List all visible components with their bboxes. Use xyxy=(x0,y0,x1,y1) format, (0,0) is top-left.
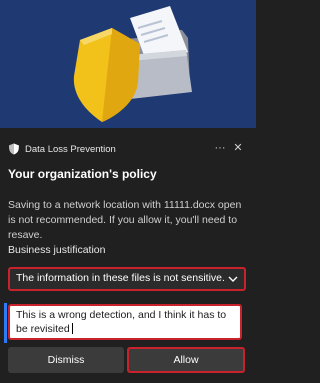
chevron-down-icon xyxy=(228,276,238,282)
policy-message: Saving to a network location with 11111.… xyxy=(8,199,242,241)
more-options-icon: ··· xyxy=(214,142,226,154)
justification-dropdown[interactable]: The information in these files is not se… xyxy=(8,267,246,291)
allow-button[interactable]: Allow xyxy=(127,347,245,373)
dialog-title: Your organization's policy xyxy=(8,167,157,181)
title-bar: Data Loss Prevention ··· ✕ xyxy=(0,140,256,160)
shield-and-folder-illustration xyxy=(73,6,192,122)
justification-text: This is a wrong detection, and I think i… xyxy=(16,309,227,335)
text-caret xyxy=(71,323,73,334)
focus-accent-bar xyxy=(4,303,7,343)
justification-label: Business justification xyxy=(8,244,106,256)
close-button[interactable]: ✕ xyxy=(231,140,245,158)
justification-textarea[interactable]: This is a wrong detection, and I think i… xyxy=(8,304,242,340)
more-options-button[interactable]: ··· xyxy=(213,140,227,158)
close-icon: ✕ xyxy=(233,142,243,154)
dlp-dialog: Data Loss Prevention ··· ✕ Your organiza… xyxy=(0,128,256,383)
shield-icon xyxy=(9,143,19,155)
hero-illustration xyxy=(0,0,256,128)
app-name: Data Loss Prevention xyxy=(25,144,116,155)
justification-selected-value: The information in these files is not se… xyxy=(16,272,225,284)
dismiss-button[interactable]: Dismiss xyxy=(8,347,124,373)
